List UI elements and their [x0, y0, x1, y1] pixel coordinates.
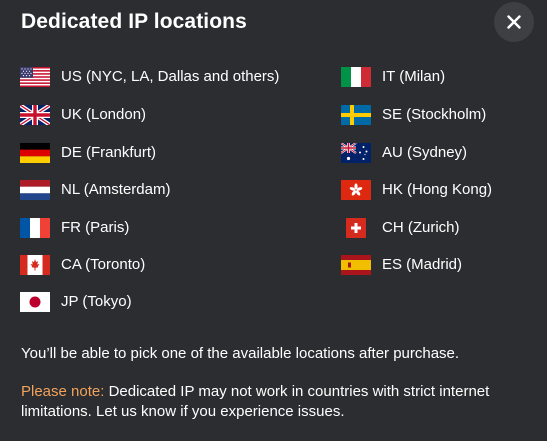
location-item-ca: CA (Toronto) — [20, 253, 145, 277]
ca-flag-icon — [20, 255, 50, 275]
location-item-au: AU (Sydney) — [341, 141, 467, 165]
location-item-it: IT (Milan) — [341, 65, 445, 89]
close-button[interactable] — [494, 2, 534, 42]
de-flag-icon — [20, 143, 50, 163]
uk-flag-icon — [20, 105, 50, 125]
location-label-ch: CH (Zurich) — [382, 219, 460, 236]
au-flag-icon — [341, 143, 371, 163]
location-label-au: AU (Sydney) — [382, 144, 468, 161]
location-label-fr: FR (Paris) — [61, 219, 130, 236]
es-flag-icon — [341, 255, 371, 275]
location-item-jp: JP (Tokyo) — [20, 290, 132, 314]
location-item-de: DE (Frankfurt) — [20, 141, 156, 165]
location-item-fr: FR (Paris) — [20, 216, 129, 240]
location-label-hk: HK (Hong Kong) — [382, 181, 493, 198]
location-label-nl: NL (Amsterdam) — [61, 181, 171, 198]
location-label-de: DE (Frankfurt) — [61, 144, 157, 161]
location-item-hk: HK (Hong Kong) — [341, 178, 492, 202]
fr-flag-icon — [20, 218, 50, 238]
hk-flag-icon — [341, 180, 371, 200]
location-label-it: IT (Milan) — [382, 68, 446, 85]
us-flag-icon — [20, 67, 50, 87]
location-label-es: ES (Madrid) — [382, 256, 463, 273]
note-prefix: Please note: — [21, 383, 105, 400]
location-label-ca: CA (Toronto) — [61, 256, 146, 273]
location-item-es: ES (Madrid) — [341, 253, 462, 277]
location-item-nl: NL (Amsterdam) — [20, 178, 170, 202]
location-label-se: SE (Stockholm) — [382, 106, 487, 123]
close-icon — [507, 15, 521, 29]
it-flag-icon — [341, 67, 371, 87]
note-text: Please note: Dedicated IP may not work i… — [21, 382, 531, 422]
location-item-se: SE (Stockholm) — [341, 103, 486, 127]
location-label-us: US (NYC, LA, Dallas and others) — [61, 68, 280, 85]
info-text: You’ll be able to pick one of the availa… — [21, 345, 460, 362]
location-label-jp: JP (Tokyo) — [61, 293, 132, 310]
location-item-us: US (NYC, LA, Dallas and others) — [20, 65, 279, 89]
nl-flag-icon — [20, 180, 50, 200]
se-flag-icon — [341, 105, 371, 125]
jp-flag-icon — [20, 292, 50, 312]
location-label-uk: UK (London) — [61, 106, 147, 123]
location-item-ch: CH (Zurich) — [341, 216, 460, 240]
ch-flag-icon — [346, 218, 366, 238]
dedicated-ip-dialog: Dedicated IP locations US (NYC, LA, Dall… — [0, 0, 547, 441]
dialog-title: Dedicated IP locations — [21, 10, 247, 33]
location-item-uk: UK (London) — [20, 103, 146, 127]
